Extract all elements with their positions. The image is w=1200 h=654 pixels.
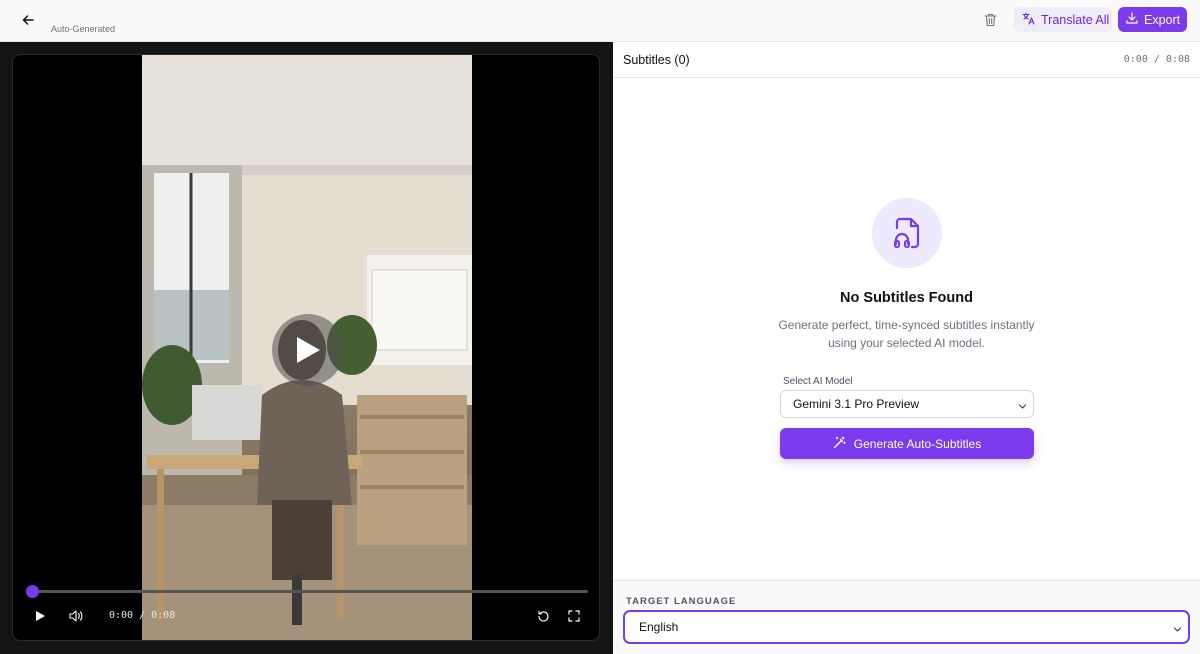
magic-wand-icon [833,436,846,452]
translate-all-button[interactable]: Translate All [1014,7,1112,32]
subtitles-title: Subtitles (0) [623,53,690,67]
replay-icon[interactable] [533,606,553,626]
play-overlay-button[interactable] [272,314,344,386]
subtitles-header: Subtitles (0) 0:00 / 0:08 [613,42,1200,78]
video-player[interactable]: 0:00 / 0:08 [12,54,600,641]
video-pane: 0:00 / 0:08 [0,42,613,654]
play-icon[interactable] [30,606,50,626]
target-language-select[interactable]: English [623,610,1190,644]
translate-all-label: Translate All [1041,12,1110,27]
target-language-section: TARGET LANGUAGE English [613,580,1200,654]
translate-icon [1022,11,1035,28]
volume-icon[interactable] [66,606,86,626]
model-select[interactable]: Gemini 3.1 Pro Preview [780,390,1034,418]
subtitles-panel: Subtitles (0) 0:00 / 0:08 No Subtitles F… [613,42,1200,654]
trash-icon[interactable] [980,10,1000,30]
export-button[interactable]: Export [1118,7,1187,32]
empty-state-title: No Subtitles Found [840,290,973,306]
target-language-label: TARGET LANGUAGE [626,596,737,607]
source-tag: Auto-Generated [51,24,116,34]
player-time: 0:00 / 0:08 [109,610,176,621]
export-label: Export [1144,12,1181,27]
generate-auto-subtitles-button[interactable]: Generate Auto-Subtitles [780,428,1034,459]
back-arrow-icon[interactable] [18,10,38,30]
audio-file-icon [872,198,942,268]
seek-handle[interactable] [26,585,39,598]
seek-bar[interactable] [33,590,588,593]
target-language-value: English [639,620,679,634]
chevron-down-icon [1173,623,1182,637]
empty-state-description: Generate perfect, time-synced subtitles … [778,318,1035,350]
top-bar: Auto-Generated Translate All Export [0,0,1200,42]
model-select-value: Gemini 3.1 Pro Preview [793,397,920,411]
fullscreen-icon[interactable] [564,606,584,626]
panel-time: 0:00 / 0:08 [1123,54,1190,65]
download-icon [1126,12,1138,27]
generate-label: Generate Auto-Subtitles [853,436,982,451]
model-select-label: Select AI Model [783,376,853,387]
chevron-down-icon [1018,400,1027,414]
